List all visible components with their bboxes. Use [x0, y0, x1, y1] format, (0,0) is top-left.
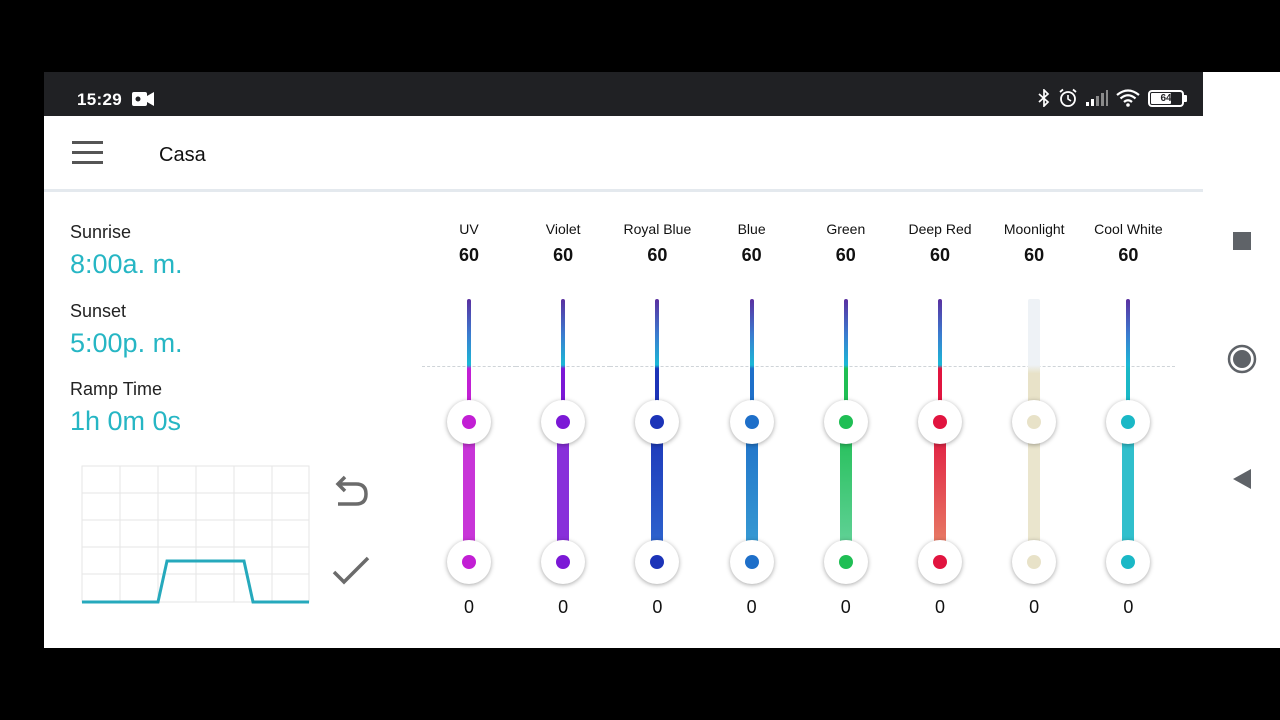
channel-max-value: 60	[1024, 245, 1045, 265]
handle-dot	[744, 555, 759, 569]
channel-name: UV	[459, 221, 479, 237]
slider-min-handle[interactable]	[541, 540, 586, 584]
sunrise-value[interactable]: 8:00a. m.	[70, 249, 183, 280]
channel-name: Blue	[737, 221, 766, 237]
channel-uv: UV 60 0	[422, 216, 516, 626]
app-screen: Casa Sunrise 8:00a. m. Sunset 5:00p. m. …	[44, 116, 1203, 648]
channel-max-value: 60	[1118, 245, 1139, 265]
channel-blue: Blue 60 0	[704, 216, 799, 626]
slider-max-handle[interactable]	[729, 400, 774, 444]
channel-min-value: 0	[558, 597, 569, 617]
handle-dot	[744, 415, 759, 429]
hamburger-menu-icon[interactable]	[72, 141, 106, 167]
light-schedule-chart	[81, 465, 310, 604]
channel-name: Deep Red	[908, 221, 972, 237]
slider-max-handle[interactable]	[918, 400, 962, 444]
sunrise-label: Sunrise	[70, 222, 132, 242]
handle-dot	[933, 415, 947, 429]
channel-cool-white: Cool White 60 0	[1081, 216, 1176, 626]
handle-dot	[1121, 415, 1136, 429]
slider-max-handle[interactable]	[823, 400, 868, 444]
handle-dot	[462, 555, 476, 569]
slider-min-handle[interactable]	[635, 540, 680, 584]
ramp-time-label: Ramp Time	[70, 379, 163, 399]
status-icons: 64	[1038, 88, 1187, 108]
navigation-bar	[1203, 72, 1280, 648]
channel-min-value: 0	[746, 597, 757, 617]
video-recording-icon	[132, 92, 154, 106]
handle-dot	[1027, 555, 1042, 569]
channel-name: Violet	[545, 221, 581, 237]
check-icon[interactable]	[330, 551, 372, 591]
battery-icon: 64	[1148, 89, 1187, 107]
slider-max-handle[interactable]	[541, 400, 586, 444]
channel-max-value: 60	[647, 245, 668, 265]
channel-min-value: 0	[934, 597, 945, 617]
slider-min-handle[interactable]	[447, 540, 491, 584]
handle-dot	[838, 415, 853, 429]
channel-max-value: 60	[553, 245, 574, 265]
handle-dot	[462, 415, 476, 429]
slider-min-handle[interactable]	[823, 540, 868, 584]
handle-dot	[1121, 555, 1136, 569]
back-triangle-icon[interactable]	[1231, 467, 1253, 491]
handle-dot	[1027, 415, 1042, 429]
alarm-icon	[1059, 88, 1077, 107]
channel-moonlight: Moonlight 60 0	[987, 216, 1082, 626]
channel-min-value: 0	[840, 597, 851, 617]
undo-icon[interactable]	[330, 474, 372, 514]
slider-max-handle[interactable]	[635, 400, 680, 444]
bluetooth-icon	[1038, 89, 1050, 107]
channel-name: Moonlight	[1003, 221, 1065, 237]
app-bar: Casa	[44, 116, 1203, 192]
page-title: Casa	[159, 144, 206, 166]
recents-square-icon[interactable]	[1233, 232, 1251, 250]
handle-dot	[838, 555, 853, 569]
handle-dot	[933, 555, 947, 569]
channel-max-value: 60	[835, 245, 856, 265]
slider-min-handle[interactable]	[729, 540, 774, 584]
ramp-time-value[interactable]: 1h 0m 0s	[70, 406, 181, 437]
handle-dot	[556, 415, 571, 429]
wifi-icon	[1116, 89, 1140, 107]
status-time: 15:29	[77, 90, 122, 109]
slider-max-handle[interactable]	[1012, 400, 1057, 444]
channel-min-value: 0	[652, 597, 663, 617]
channel-deep-red: Deep Red 60 0	[893, 216, 987, 626]
slider-min-handle[interactable]	[1012, 540, 1057, 584]
channel-min-value: 0	[463, 597, 474, 617]
channel-min-value: 0	[1123, 597, 1134, 617]
channel-max-value: 60	[741, 245, 762, 265]
status-bar: 15:29 64	[44, 72, 1203, 116]
slider-max-handle[interactable]	[1106, 400, 1151, 444]
battery-level: 64	[1160, 92, 1172, 104]
handle-dot	[556, 555, 571, 569]
slider-min-handle[interactable]	[1106, 540, 1151, 584]
channel-name: Royal Blue	[623, 221, 692, 237]
handle-dot	[650, 555, 665, 569]
channel-min-value: 0	[1029, 597, 1040, 617]
channel-green: Green 60 0	[798, 216, 893, 626]
channel-violet: Violet 60 0	[516, 216, 611, 626]
sunset-value[interactable]: 5:00p. m.	[70, 328, 183, 359]
channel-name: Cool White	[1094, 221, 1163, 237]
slider-min-handle[interactable]	[918, 540, 962, 584]
channel-max-value: 60	[929, 245, 951, 265]
channel-max-value: 60	[458, 245, 480, 265]
slider-max-handle[interactable]	[447, 400, 491, 444]
channel-name: Green	[826, 221, 866, 237]
home-circle-icon[interactable]	[1227, 344, 1257, 374]
sunset-label: Sunset	[70, 301, 127, 321]
handle-dot	[650, 415, 665, 429]
channel-royal-blue: Royal Blue 60 0	[610, 216, 705, 626]
signal-icon	[1086, 90, 1108, 106]
screen: 15:29 64 Casa Sunrise 8:00a. m. Sunset 5…	[0, 0, 1280, 720]
